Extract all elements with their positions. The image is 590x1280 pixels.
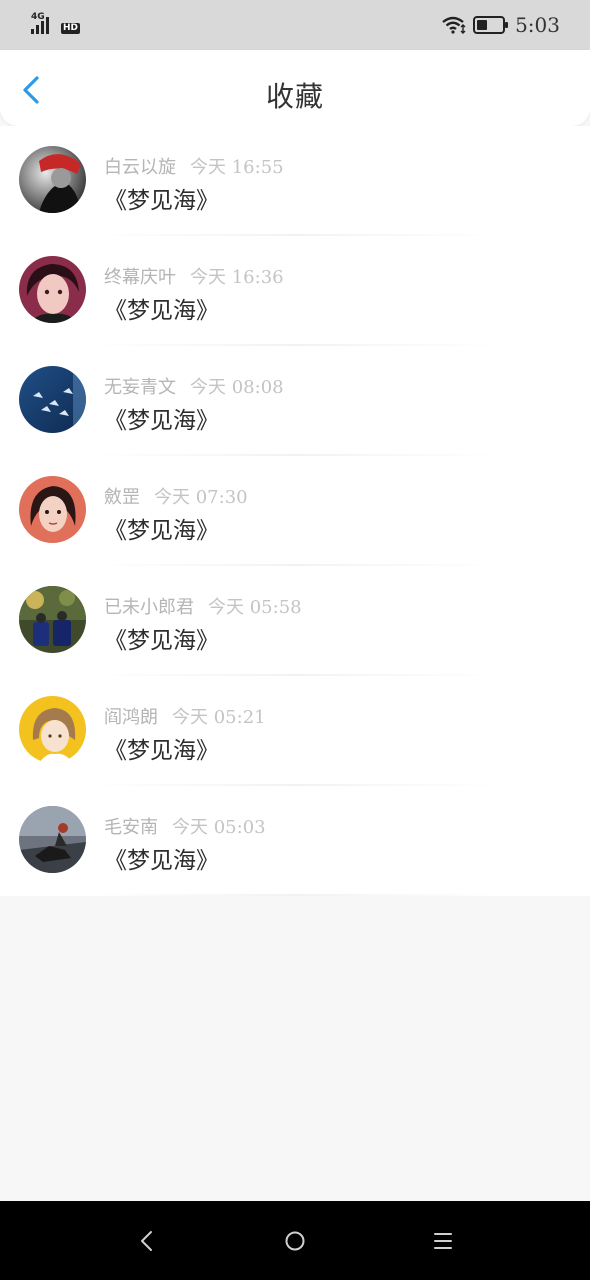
battery-icon xyxy=(473,16,509,34)
avatar[interactable] xyxy=(19,476,86,543)
signal-icon xyxy=(31,17,49,34)
work-title: 《梦见海》 xyxy=(104,518,219,544)
wifi-icon xyxy=(442,16,466,34)
item-time: 今天 05:21 xyxy=(172,707,266,728)
item-meta: 斂罡 今天 07:30 xyxy=(104,483,248,509)
status-right: 5:03 xyxy=(441,13,560,37)
list-item[interactable]: 已未小郎君 今天 05:58 《梦见海》 xyxy=(0,566,590,676)
page-title: 收藏 xyxy=(265,80,324,113)
list-item[interactable]: 斂罡 今天 07:30 《梦见海》 xyxy=(0,456,590,566)
list-item[interactable]: 阎鸿朗 今天 05:21 《梦见海》 xyxy=(0,676,590,786)
item-time: 今天 05:03 xyxy=(172,817,266,838)
item-meta: 已未小郎君 今天 05:58 xyxy=(104,593,302,619)
work-title: 《梦见海》 xyxy=(104,848,219,874)
list-item[interactable]: 终幕庆叶 今天 16:36 《梦见海》 xyxy=(0,236,590,346)
item-time: 今天 08:08 xyxy=(190,377,284,398)
work-title: 《梦见海》 xyxy=(104,408,219,434)
item-meta: 毛安南 今天 05:03 xyxy=(104,813,266,839)
avatar[interactable] xyxy=(19,696,86,763)
item-time: 今天 05:58 xyxy=(208,597,302,618)
header: 收藏 xyxy=(0,50,590,126)
user-name: 毛安南 xyxy=(104,817,158,838)
item-meta: 终幕庆叶 今天 16:36 xyxy=(104,263,284,289)
user-name: 终幕庆叶 xyxy=(104,267,176,288)
item-meta: 阎鸿朗 今天 05:21 xyxy=(104,703,266,729)
system-nav-bar xyxy=(0,1201,590,1280)
work-title: 《梦见海》 xyxy=(104,298,219,324)
clock: 5:03 xyxy=(515,13,560,37)
user-name: 白云以旋 xyxy=(104,157,176,178)
work-title: 《梦见海》 xyxy=(104,628,219,654)
user-name: 斂罡 xyxy=(104,487,140,508)
item-meta: 无妄青文 今天 08:08 xyxy=(104,373,284,399)
item-time: 今天 07:30 xyxy=(154,487,248,508)
status-bar: 4G HD 5:03 xyxy=(0,0,590,50)
nav-menu-icon[interactable] xyxy=(428,1226,458,1256)
avatar[interactable] xyxy=(19,806,86,873)
item-meta: 白云以旋 今天 16:55 xyxy=(104,153,284,179)
list-item[interactable]: 毛安南 今天 05:03 《梦见海》 xyxy=(0,786,590,896)
user-name: 已未小郎君 xyxy=(104,597,194,618)
nav-back-icon[interactable] xyxy=(132,1226,162,1256)
nav-home-icon[interactable] xyxy=(280,1226,310,1256)
list-item[interactable]: 白云以旋 今天 16:55 《梦见海》 xyxy=(0,126,590,236)
hd-badge: HD xyxy=(61,23,81,34)
work-title: 《梦见海》 xyxy=(104,738,219,764)
favorites-list: 白云以旋 今天 16:55 《梦见海》 终幕庆叶 今天 16:36 《梦见海》 无妄… xyxy=(0,126,590,896)
avatar[interactable] xyxy=(19,256,86,323)
work-title: 《梦见海》 xyxy=(104,188,219,214)
divider xyxy=(90,894,500,896)
list-item[interactable]: 无妄青文 今天 08:08 《梦见海》 xyxy=(0,346,590,456)
user-name: 无妄青文 xyxy=(104,377,176,398)
avatar[interactable] xyxy=(19,586,86,653)
item-time: 今天 16:55 xyxy=(190,157,284,178)
avatar[interactable] xyxy=(19,146,86,213)
item-time: 今天 16:36 xyxy=(190,267,284,288)
user-name: 阎鸿朗 xyxy=(104,707,158,728)
avatar[interactable] xyxy=(19,366,86,433)
